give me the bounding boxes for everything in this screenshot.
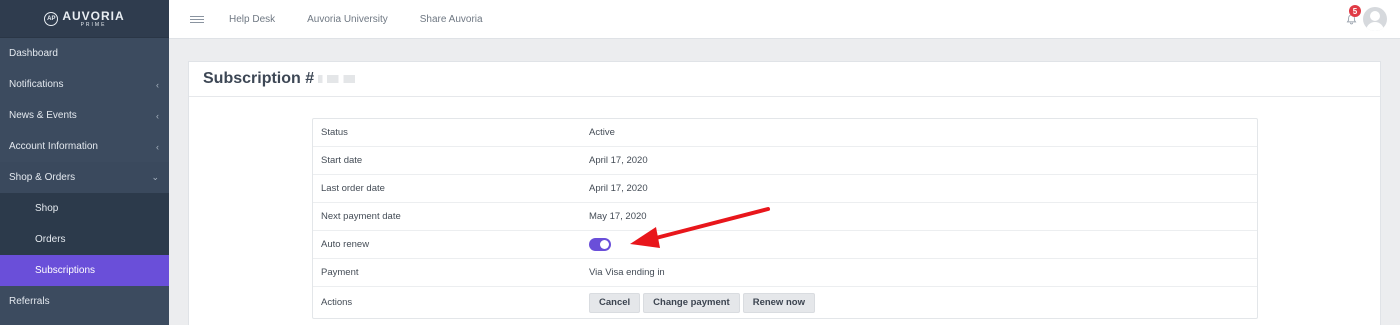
table-row: Start date April 17, 2020 xyxy=(313,147,1257,175)
sidebar-item-subscriptions[interactable]: Subscriptions xyxy=(0,255,169,286)
menu-toggle-icon[interactable] xyxy=(190,15,204,23)
renew-now-button[interactable]: Renew now xyxy=(742,292,815,313)
payment-label: Payment xyxy=(321,267,359,278)
status-value: Active xyxy=(589,127,615,138)
start-date-label: Start date xyxy=(321,155,363,166)
page-title: Subscription # xyxy=(203,70,365,88)
page-title-text: Subscription # xyxy=(203,70,315,87)
sidebar-item-label: News & Events xyxy=(9,110,77,121)
logo-mark: AP AUVORIA PRIME xyxy=(44,10,124,28)
table-row: Status Active xyxy=(313,119,1257,147)
payment-value: Via Visa ending in xyxy=(589,267,665,278)
sidebar-item-orders[interactable]: Orders xyxy=(0,224,169,255)
sidebar-item-shop-orders[interactable]: Shop & Orders ⌄ xyxy=(0,162,169,193)
sidebar-item-account-information[interactable]: Account Information ‹ xyxy=(0,131,169,162)
brand-name: AUVORIA xyxy=(62,8,125,23)
sidebar-item-label: Account Information xyxy=(9,141,98,152)
sidebar-item-dashboard[interactable]: Dashboard xyxy=(0,38,169,69)
next-payment-date-label: Next payment date xyxy=(321,211,401,222)
sidebar-item-label: Referrals xyxy=(9,296,50,307)
sidebar-item-label: Subscriptions xyxy=(35,265,96,276)
start-date-value: April 17, 2020 xyxy=(589,155,648,166)
table-row: Next payment date May 17, 2020 xyxy=(313,203,1257,231)
sidebar-item-label: Notifications xyxy=(9,79,64,90)
sidebar-item-label: Shop xyxy=(35,203,59,214)
last-order-date-label: Last order date xyxy=(321,183,385,194)
table-row: Auto renew xyxy=(313,231,1257,259)
brand-logo[interactable]: AP AUVORIA PRIME xyxy=(0,0,169,38)
cancel-button[interactable]: Cancel xyxy=(589,292,641,313)
next-payment-date-value: May 17, 2020 xyxy=(589,211,647,222)
user-avatar[interactable] xyxy=(1363,7,1387,31)
chevron-down-icon: ⌄ xyxy=(151,172,159,182)
topbar-link-share-auvoria[interactable]: Share Auvoria xyxy=(420,14,483,25)
last-order-date-value: April 17, 2020 xyxy=(589,183,648,194)
actions-cell: Cancel Change payment Renew now xyxy=(589,292,1257,313)
table-row: Payment Via Visa ending in xyxy=(313,259,1257,287)
subscription-card: Subscription # Status Active Start date … xyxy=(188,61,1381,325)
sidebar-item-shop[interactable]: Shop xyxy=(0,193,169,224)
topbar: Help Desk Auvoria University Share Auvor… xyxy=(169,0,1400,39)
sidebar-item-label: Orders xyxy=(35,234,66,245)
notifications-bell-icon[interactable]: 5 xyxy=(1343,5,1361,27)
auto-renew-cell xyxy=(589,238,1257,251)
table-row: Actions Cancel Change payment Renew now xyxy=(313,287,1257,318)
sidebar-item-referrals[interactable]: Referrals xyxy=(0,286,169,317)
chevron-left-icon: ‹ xyxy=(156,110,159,121)
status-label: Status xyxy=(321,127,348,138)
subscription-details-table: Status Active Start date April 17, 2020 … xyxy=(312,118,1258,319)
sidebar: AP AUVORIA PRIME Dashboard Notifications… xyxy=(0,0,169,325)
redacted-subscription-id xyxy=(318,74,365,83)
logo-text: AUVORIA PRIME xyxy=(62,10,124,28)
auto-renew-toggle[interactable] xyxy=(589,238,611,251)
actions-label: Actions xyxy=(321,297,353,308)
change-payment-button[interactable]: Change payment xyxy=(643,292,740,313)
toggle-knob xyxy=(600,240,609,249)
sidebar-item-news-events[interactable]: News & Events ‹ xyxy=(0,100,169,131)
sidebar-item-notifications[interactable]: Notifications ‹ xyxy=(0,69,169,100)
table-row: Last order date April 17, 2020 xyxy=(313,175,1257,203)
logo-icon: AP xyxy=(44,11,59,26)
app-root: AP AUVORIA PRIME Dashboard Notifications… xyxy=(0,0,1400,325)
brand-tagline: PRIME xyxy=(80,21,107,28)
topbar-link-auvoria-university[interactable]: Auvoria University xyxy=(307,14,388,25)
topbar-link-help-desk[interactable]: Help Desk xyxy=(229,14,275,25)
notification-count-badge: 5 xyxy=(1349,5,1361,17)
auto-renew-label: Auto renew xyxy=(321,239,370,250)
sidebar-submenu-shop-orders: Shop Orders Subscriptions xyxy=(0,193,169,286)
sidebar-item-label: Dashboard xyxy=(9,48,58,59)
chevron-left-icon: ‹ xyxy=(156,141,159,152)
chevron-left-icon: ‹ xyxy=(156,79,159,90)
topbar-right: 5 xyxy=(1343,5,1387,31)
card-header: Subscription # xyxy=(189,62,1380,97)
sidebar-item-label: Shop & Orders xyxy=(9,172,76,183)
